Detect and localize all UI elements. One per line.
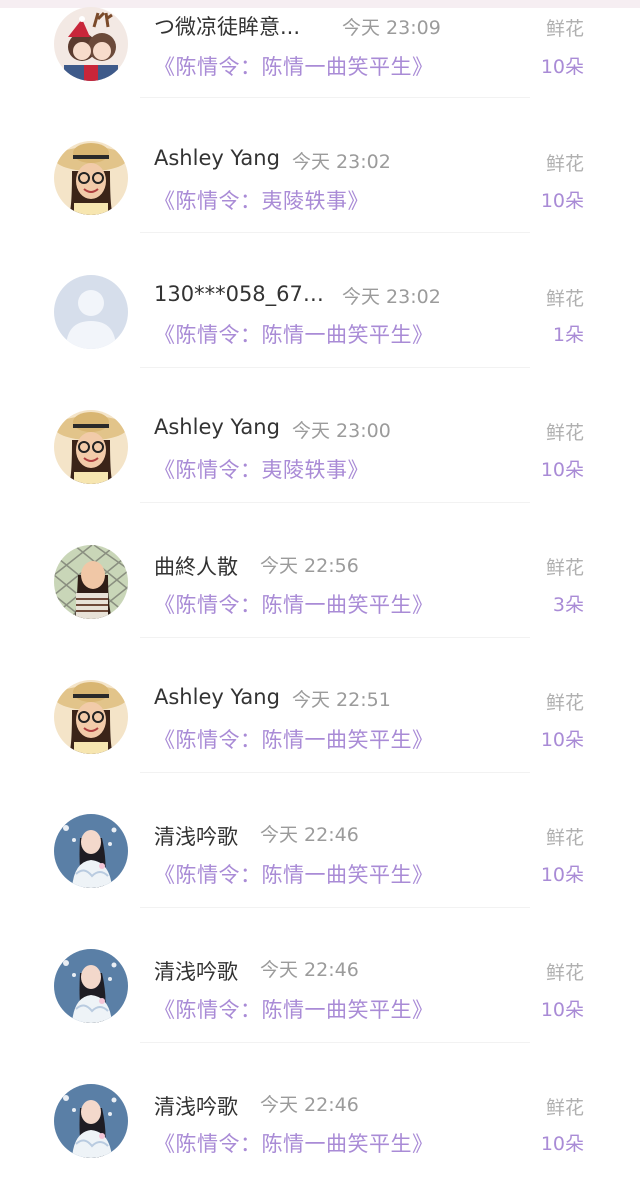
timestamp: 今天 23:00 xyxy=(292,420,391,442)
book-title-link[interactable]: 《陈情令：陈情一曲笑平生》 xyxy=(154,589,434,619)
timestamp: 今天 23:02 xyxy=(342,286,441,308)
divider xyxy=(140,1042,530,1043)
hat-girl-avatar-icon xyxy=(54,410,128,484)
avatar[interactable] xyxy=(54,275,128,349)
user-name[interactable]: 曲終人散 xyxy=(154,551,238,581)
list-item[interactable]: 清浅吟歌 今天 22:46 鲜花 《陈情令：陈情一曲笑平生》 10朵 xyxy=(0,775,640,910)
gift-type-label: 鲜花 xyxy=(545,692,584,714)
divider xyxy=(140,232,530,233)
user-name[interactable]: 清浅吟歌 xyxy=(154,1091,238,1121)
list-item[interactable]: Ashley Yang 今天 23:00 鲜花 《陈情令：夷陵轶事》 10朵 xyxy=(0,370,640,505)
book-title-link[interactable]: 《陈情令：陈情一曲笑平生》 xyxy=(154,1128,434,1158)
default-user-avatar-icon xyxy=(54,275,128,349)
list-item[interactable]: 130***058_677... 今天 23:02 鲜花 《陈情令：陈情一曲笑平… xyxy=(0,235,640,370)
user-name[interactable]: 130***058_677... xyxy=(154,282,324,306)
book-title-link[interactable]: 《陈情令：陈情一曲笑平生》 xyxy=(154,319,434,349)
list-item[interactable]: 曲終人散 今天 22:56 鲜花 《陈情令：陈情一曲笑平生》 3朵 xyxy=(0,505,640,640)
divider xyxy=(140,772,530,773)
user-name[interactable]: Ashley Yang xyxy=(154,685,280,709)
flower-count: 1朵 xyxy=(552,324,584,346)
user-name[interactable]: 清浅吟歌 xyxy=(154,821,238,851)
timestamp: 今天 22:46 xyxy=(260,1094,359,1116)
avatar[interactable] xyxy=(54,949,128,1023)
timestamp: 今天 23:09 xyxy=(342,17,441,39)
timestamp: 今天 22:56 xyxy=(260,555,359,577)
gift-type-label: 鲜花 xyxy=(545,557,584,579)
flower-count: 3朵 xyxy=(552,594,584,616)
flower-count: 10朵 xyxy=(540,190,584,212)
avatar[interactable] xyxy=(54,814,128,888)
list-item[interactable]: 清浅吟歌 今天 22:46 鲜花 《陈情令：陈情一曲笑平生》 10朵 xyxy=(0,1045,640,1180)
flower-count: 10朵 xyxy=(540,1133,584,1155)
divider xyxy=(140,367,530,368)
gift-type-label: 鲜花 xyxy=(545,288,584,310)
flower-gift-list: つ微凉徒眸意... 今天 23:09 鲜花 《陈情令：陈情一曲笑平生》 10朵 … xyxy=(0,0,640,1164)
book-title-link[interactable]: 《陈情令：陈情一曲笑平生》 xyxy=(154,859,434,889)
flower-count: 10朵 xyxy=(540,864,584,886)
timestamp: 今天 22:46 xyxy=(260,959,359,981)
avatar[interactable] xyxy=(54,141,128,215)
list-item[interactable]: つ微凉徒眸意... 今天 23:09 鲜花 《陈情令：陈情一曲笑平生》 10朵 xyxy=(0,0,640,100)
flower-count: 10朵 xyxy=(540,459,584,481)
user-name[interactable]: つ微凉徒眸意... xyxy=(154,11,300,41)
flower-count: 10朵 xyxy=(540,56,584,78)
divider xyxy=(140,637,530,638)
book-title-link[interactable]: 《陈情令：陈情一曲笑平生》 xyxy=(154,724,434,754)
book-title-link[interactable]: 《陈情令：夷陵轶事》 xyxy=(154,454,369,484)
flower-count: 10朵 xyxy=(540,999,584,1021)
timestamp: 今天 22:46 xyxy=(260,824,359,846)
list-item[interactable]: 清浅吟歌 今天 22:46 鲜花 《陈情令：陈情一曲笑平生》 10朵 xyxy=(0,910,640,1045)
divider xyxy=(140,907,530,908)
hat-girl-avatar-icon xyxy=(54,141,128,215)
avatar[interactable] xyxy=(54,1084,128,1158)
avatar[interactable] xyxy=(54,680,128,754)
timestamp: 今天 22:51 xyxy=(292,689,391,711)
avatar[interactable] xyxy=(54,410,128,484)
flower-count: 10朵 xyxy=(540,729,584,751)
user-name[interactable]: 清浅吟歌 xyxy=(154,956,238,986)
christmas-avatar-icon xyxy=(54,7,128,81)
fence-girl-avatar-icon xyxy=(54,545,128,619)
hanfu-girl-avatar-icon xyxy=(54,814,128,888)
divider xyxy=(140,502,530,503)
hanfu-girl-avatar-icon xyxy=(54,949,128,1023)
gift-type-label: 鲜花 xyxy=(545,422,584,444)
timestamp: 今天 23:02 xyxy=(292,151,391,173)
book-title-link[interactable]: 《陈情令：陈情一曲笑平生》 xyxy=(154,994,434,1024)
list-item[interactable]: Ashley Yang 今天 23:02 鲜花 《陈情令：夷陵轶事》 10朵 xyxy=(0,100,640,235)
avatar[interactable] xyxy=(54,7,128,81)
divider xyxy=(140,97,530,98)
list-item[interactable]: Ashley Yang 今天 22:51 鲜花 《陈情令：陈情一曲笑平生》 10… xyxy=(0,640,640,775)
user-name[interactable]: Ashley Yang xyxy=(154,146,280,170)
book-title-link[interactable]: 《陈情令：陈情一曲笑平生》 xyxy=(154,51,434,81)
gift-type-label: 鲜花 xyxy=(545,18,584,40)
gift-type-label: 鲜花 xyxy=(545,1097,584,1119)
hanfu-girl-avatar-icon xyxy=(54,1084,128,1158)
hat-girl-avatar-icon xyxy=(54,680,128,754)
gift-type-label: 鲜花 xyxy=(545,153,584,175)
gift-type-label: 鲜花 xyxy=(545,827,584,849)
avatar[interactable] xyxy=(54,545,128,619)
book-title-link[interactable]: 《陈情令：夷陵轶事》 xyxy=(154,185,369,215)
gift-type-label: 鲜花 xyxy=(545,962,584,984)
user-name[interactable]: Ashley Yang xyxy=(154,415,280,439)
